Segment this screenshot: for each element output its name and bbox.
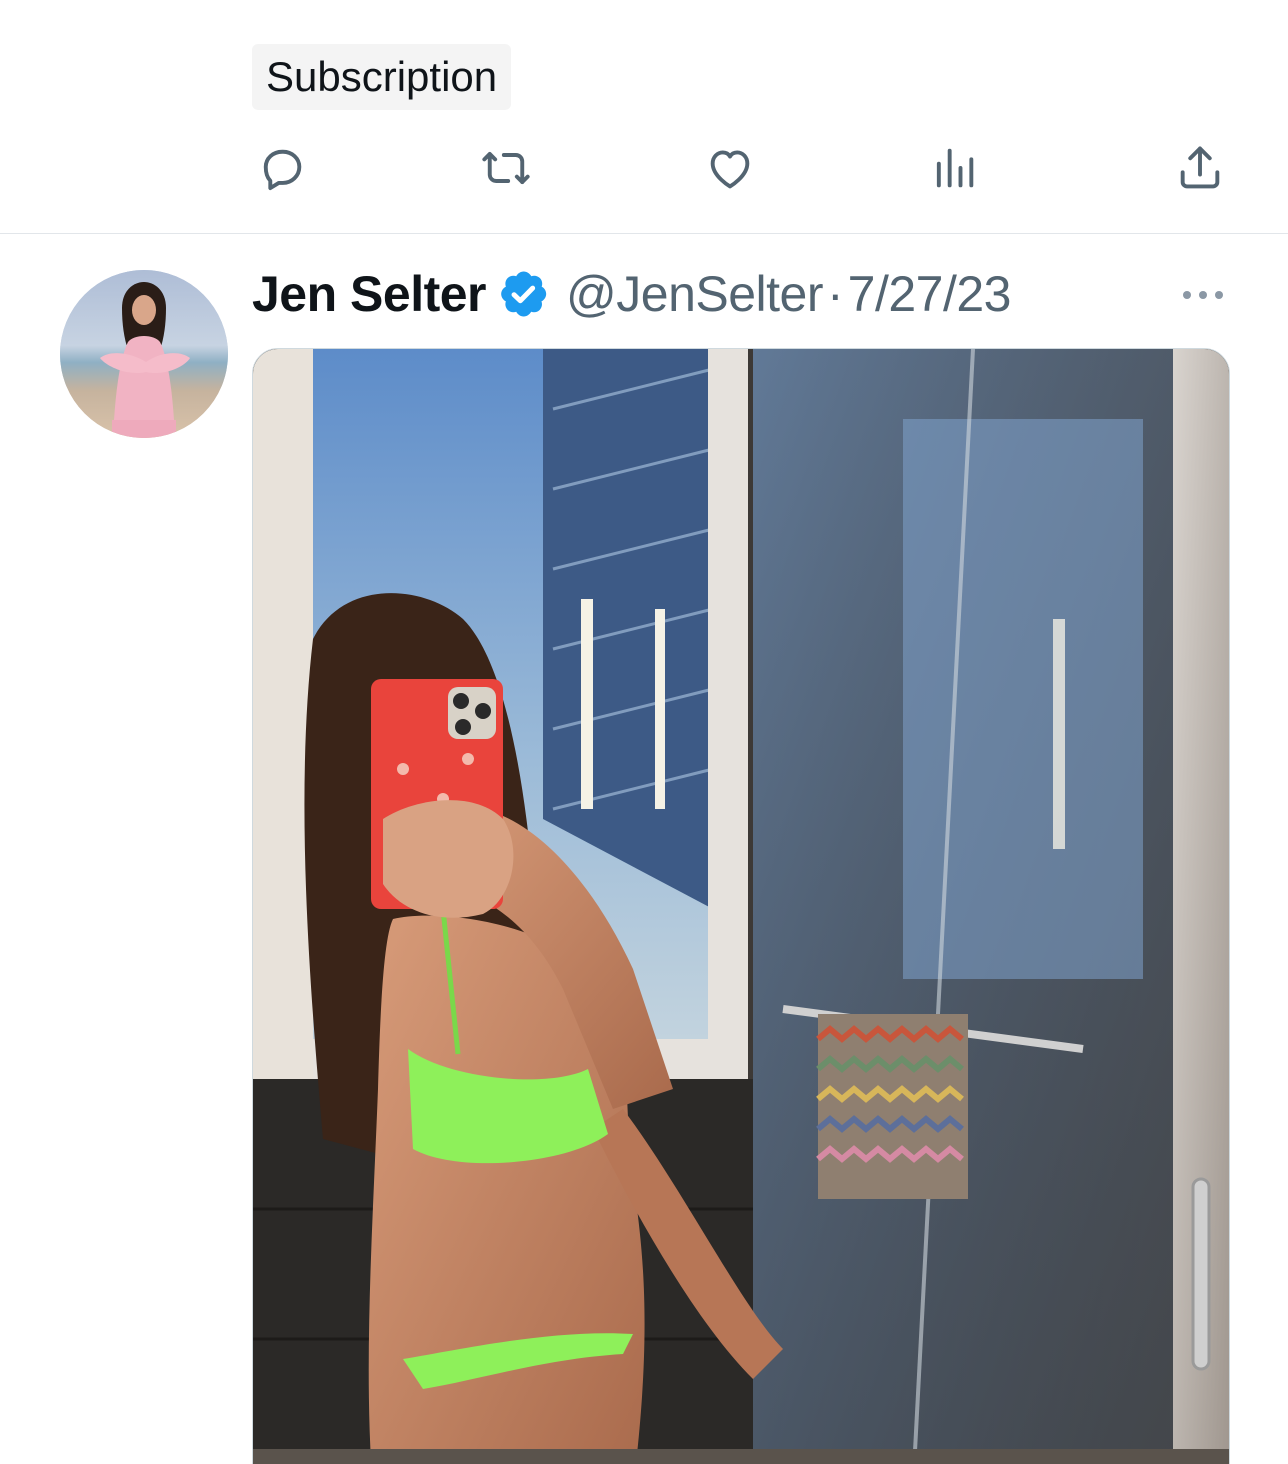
views-button[interactable] — [924, 138, 984, 198]
user-handle[interactable]: @JenSelter — [566, 265, 824, 323]
tweet-header: Jen Selter @JenSelter · 7/27/23 — [252, 262, 1012, 326]
subscription-chip[interactable]: Subscription — [252, 44, 512, 110]
tweet-media-photo[interactable] — [252, 348, 1230, 1464]
separator-dot: · — [827, 266, 844, 322]
reply-button[interactable] — [252, 138, 312, 198]
more-icon — [1183, 291, 1223, 299]
like-button[interactable] — [700, 138, 760, 198]
more-options-button[interactable] — [1176, 280, 1230, 310]
verified-badge-icon[interactable] — [496, 267, 550, 321]
display-name[interactable]: Jen Selter — [252, 265, 487, 323]
share-icon — [1180, 146, 1220, 189]
tweet-feed: Subscription Jen Selter @JenSelter · 7/2… — [0, 0, 1288, 1464]
heart-icon — [710, 150, 750, 189]
repost-button[interactable] — [476, 138, 536, 198]
tweet-action-bar — [252, 138, 1227, 198]
reply-icon — [263, 149, 302, 191]
tweet-divider — [0, 233, 1288, 234]
tweet-date[interactable]: 7/27/23 — [848, 265, 1012, 323]
repost-icon — [482, 151, 530, 185]
avatar-photo — [60, 270, 228, 438]
share-button[interactable] — [1170, 138, 1230, 198]
avatar[interactable] — [60, 270, 228, 438]
photo-image — [253, 349, 1229, 1464]
bar-chart-icon — [936, 148, 974, 188]
